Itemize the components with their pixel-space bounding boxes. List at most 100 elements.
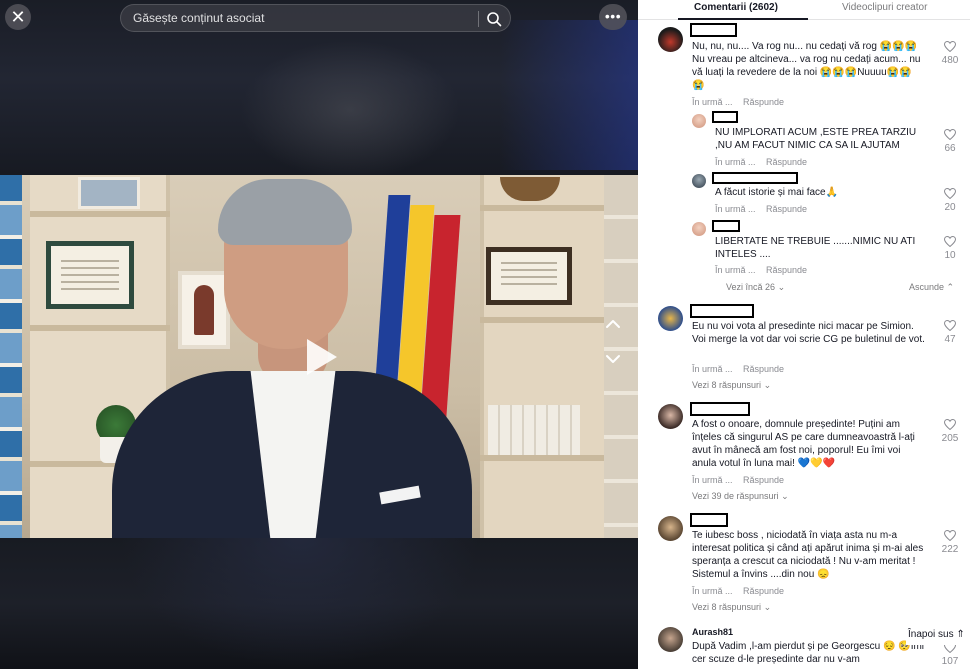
more-icon: ••• <box>604 8 622 24</box>
like-button[interactable]: 66 <box>940 129 960 154</box>
username-redacted[interactable] <box>712 220 740 232</box>
reply-time: În urmă ... <box>715 204 756 214</box>
video-blur-background-bottom <box>0 538 638 669</box>
comment-meta: În urmă ... Răspunde <box>692 586 784 596</box>
heart-icon <box>944 530 956 541</box>
back-to-top-button[interactable]: Înapoi sus ⇑ <box>906 629 970 645</box>
play-icon[interactable] <box>301 337 341 377</box>
books-right <box>488 405 580 455</box>
avatar[interactable] <box>658 404 683 429</box>
reply-button[interactable]: Răspunde <box>766 204 807 214</box>
reply-button[interactable]: Răspunde <box>743 364 784 374</box>
like-button[interactable]: 205 <box>940 419 960 444</box>
reply-meta: În urmă ... Răspunde <box>715 265 807 275</box>
like-count: 107 <box>941 656 959 667</box>
comment-text: A fost o onoare, domnule președinte! Puț… <box>692 419 915 469</box>
username-redacted[interactable] <box>690 23 737 37</box>
like-count: 47 <box>944 334 956 345</box>
active-tab-indicator <box>678 18 808 20</box>
comment-text: După Vadim ,l-am pierdut și pe Georgescu… <box>692 641 925 665</box>
heart-icon <box>944 236 956 247</box>
close-icon: ✕ <box>10 7 26 27</box>
search-icon[interactable] <box>485 10 503 28</box>
like-button[interactable]: 10 <box>940 236 960 261</box>
hide-replies[interactable]: Ascunde ⌃ <box>909 282 954 293</box>
avatar[interactable] <box>692 222 706 236</box>
like-button[interactable]: 47 <box>940 320 960 345</box>
view-more-label: Vezi încă 26 <box>726 282 776 292</box>
bookshelf-left-books <box>0 175 22 538</box>
previous-video-icon[interactable] <box>602 313 624 335</box>
reply-time: În urmă ... <box>715 265 756 275</box>
hide-label: Ascunde <box>909 282 945 292</box>
comment-time: În urmă ... <box>692 475 733 485</box>
avatar[interactable] <box>658 627 683 652</box>
username-redacted[interactable] <box>690 304 754 318</box>
heart-icon <box>944 41 956 52</box>
view-more-replies[interactable]: Vezi încă 26 ⌄ <box>726 282 785 293</box>
shelf-board <box>30 211 170 217</box>
heart-icon <box>944 419 956 430</box>
framed-diploma-left <box>46 241 134 309</box>
chevron-down-icon: ⌄ <box>763 602 772 612</box>
avatar[interactable] <box>692 114 706 128</box>
username-redacted[interactable] <box>690 513 728 527</box>
reply-button[interactable]: Răspunde <box>766 157 807 167</box>
comment-text: Nu, nu, nu.... Va rog nu... nu cedați vă… <box>692 41 921 91</box>
reply-time: În urmă ... <box>715 157 756 167</box>
like-button[interactable]: 222 <box>940 530 960 555</box>
comment-meta: În urmă ... Răspunde <box>692 475 784 485</box>
search-divider <box>478 11 479 27</box>
reply-button[interactable]: Răspunde <box>766 265 807 275</box>
tab-creator-videos[interactable]: Videoclipuri creator <box>842 2 927 13</box>
tab-bar: Comentarii (2602) Videoclipuri creator <box>638 0 970 20</box>
chevron-down-icon: ⌄ <box>781 491 789 501</box>
like-button[interactable]: 107 <box>940 642 960 667</box>
view-more-replies[interactable]: Vezi 8 răspunsuri ⌄ <box>692 380 771 391</box>
like-count: 20 <box>944 202 956 213</box>
reply-text: A făcut istorie și mai face🙏 <box>715 187 839 198</box>
username-redacted[interactable] <box>712 111 738 123</box>
close-button[interactable]: ✕ <box>5 4 31 30</box>
heart-icon <box>944 320 956 331</box>
like-button[interactable]: 480 <box>940 41 960 66</box>
comment-time: În urmă ... <box>692 364 733 374</box>
avatar[interactable] <box>658 27 683 52</box>
like-count: 66 <box>944 143 956 154</box>
reply-button[interactable]: Răspunde <box>743 475 784 485</box>
avatar[interactable] <box>692 174 706 188</box>
comment-time: În urmă ... <box>692 97 733 107</box>
reply-meta: În urmă ... Răspunde <box>715 157 807 167</box>
comment-username[interactable]: Aurash81 <box>692 627 733 637</box>
like-button[interactable]: 20 <box>940 188 960 213</box>
avatar[interactable] <box>658 306 683 331</box>
framed-photo <box>78 177 140 209</box>
reply-button[interactable]: Răspunde <box>743 586 784 596</box>
avatar[interactable] <box>658 516 683 541</box>
next-video-icon[interactable] <box>602 348 624 370</box>
chevron-down-icon: ⌄ <box>763 380 772 390</box>
view-more-label: Vezi 8 răspunsuri <box>692 602 762 612</box>
view-more-replies[interactable]: Vezi 8 răspunsuri ⌄ <box>692 602 771 613</box>
video-panel: ✕ ••• <box>0 0 638 669</box>
back-to-top-label: Înapoi sus <box>908 629 954 640</box>
religious-icon-frame <box>178 271 230 349</box>
tab-comments[interactable]: Comentarii (2602) <box>694 2 778 13</box>
chevron-down-icon: ⌄ <box>777 282 786 292</box>
comment-text: Te iubesc boss , niciodată în viața asta… <box>692 530 924 580</box>
reply-text: NU IMPLORATI ACUM ,ESTE PREA TARZIU ,NU … <box>715 127 917 151</box>
view-more-replies[interactable]: Vezi 39 de răspunsuri ⌄ <box>692 491 789 502</box>
reply-button[interactable]: Răspunde <box>743 97 784 107</box>
search-bar[interactable] <box>120 4 511 32</box>
framed-diploma-right <box>486 247 572 305</box>
speaker-hair <box>218 179 352 245</box>
comment-meta: În urmă ... Răspunde <box>692 364 784 374</box>
search-input[interactable] <box>133 5 473 31</box>
comment-meta: În urmă ... Răspunde <box>692 97 784 107</box>
username-redacted[interactable] <box>690 402 750 416</box>
reply-text: LIBERTATE NE TREBUIE .......NIMIC NU ATI… <box>715 236 916 260</box>
chevron-up-icon: ⌃ <box>946 282 955 292</box>
more-options-button[interactable]: ••• <box>599 4 627 30</box>
like-count: 205 <box>941 433 959 444</box>
username-redacted[interactable] <box>712 172 798 184</box>
